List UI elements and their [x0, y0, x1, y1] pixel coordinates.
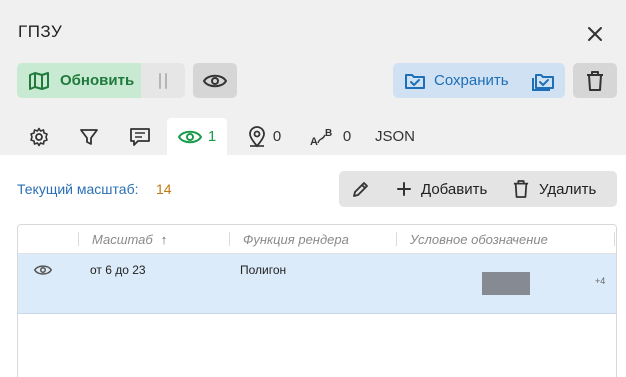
- column-divider: [396, 232, 397, 246]
- eye-icon: [203, 74, 227, 87]
- save-button[interactable]: Сохранить: [393, 63, 521, 98]
- folder-check-icon: [405, 73, 425, 89]
- save-button-label: Сохранить: [434, 72, 509, 89]
- tab-comments[interactable]: [123, 118, 157, 155]
- row-render-function: Полигон: [240, 263, 287, 277]
- column-header-scale[interactable]: Масштаб ↑: [92, 225, 167, 253]
- current-scale-label: Текущий масштаб:: [17, 181, 139, 197]
- tab-json-label: JSON: [374, 128, 415, 145]
- tab-labels[interactable]: AB 0: [306, 118, 354, 155]
- close-icon: [588, 27, 602, 41]
- trash-icon: [513, 180, 529, 198]
- tab-markers[interactable]: 0: [240, 118, 288, 155]
- rules-table: Масштаб ↑ Функция рендера Условное обозн…: [17, 224, 617, 377]
- eye-icon: [177, 130, 202, 143]
- symbol-swatch: [482, 272, 530, 295]
- trash-icon: [587, 70, 603, 91]
- pause-button[interactable]: [141, 63, 185, 98]
- delete-button-label: Удалить: [539, 180, 597, 198]
- svg-text:A: A: [310, 136, 318, 147]
- column-divider: [614, 232, 615, 246]
- row-scale: от 6 до 23: [90, 263, 146, 277]
- column-divider: [229, 232, 230, 246]
- table-header: Масштаб ↑ Функция рендера Условное обозн…: [18, 225, 616, 254]
- map-pin-icon: [248, 125, 265, 147]
- update-button-group: Обновить: [17, 63, 185, 98]
- label-icon: AB: [310, 128, 332, 147]
- update-button[interactable]: Обновить: [17, 63, 141, 98]
- add-button-label: Добавить: [421, 180, 488, 198]
- tab-markers-count: 0: [272, 128, 282, 145]
- update-button-label: Обновить: [60, 72, 135, 89]
- filter-icon: [80, 128, 98, 145]
- more-symbols-badge: +4: [595, 276, 606, 286]
- tab-settings[interactable]: [23, 118, 55, 155]
- tab-filter[interactable]: [73, 118, 105, 155]
- save-all-button[interactable]: [521, 63, 565, 98]
- delete-layer-button[interactable]: [573, 63, 617, 98]
- current-scale-value: 14: [156, 181, 172, 197]
- pencil-icon: [353, 182, 368, 197]
- folders-check-icon: [532, 73, 554, 91]
- plus-icon: [397, 182, 411, 196]
- comment-icon: [130, 127, 150, 146]
- visibility-button[interactable]: [193, 63, 237, 98]
- pause-icon: [159, 72, 167, 89]
- column-divider: [78, 232, 79, 246]
- add-button[interactable]: Добавить: [383, 171, 503, 207]
- save-button-group: Сохранить: [393, 63, 565, 98]
- tab-bar: 1 0 AB 0 JSON: [0, 118, 626, 155]
- map-icon: [29, 71, 49, 90]
- tab-labels-count: 0: [342, 128, 352, 145]
- sort-asc-icon: ↑: [160, 231, 168, 247]
- close-button[interactable]: [583, 22, 607, 46]
- delete-button[interactable]: Удалить: [503, 171, 596, 207]
- table-row[interactable]: от 6 до 23 Полигон +4: [18, 254, 616, 314]
- column-header-render-function[interactable]: Функция рендера: [243, 225, 349, 253]
- panel-title: ГПЗУ: [18, 22, 63, 41]
- row-visibility-toggle[interactable]: [33, 264, 53, 279]
- column-header-symbol[interactable]: Условное обозначение: [410, 225, 548, 253]
- tab-visibility[interactable]: 1: [167, 118, 227, 155]
- svg-text:B: B: [325, 128, 332, 139]
- gear-icon: [30, 127, 48, 146]
- eye-icon: [33, 265, 53, 275]
- tab-json[interactable]: JSON: [372, 118, 418, 155]
- column-header-scale-label: Масштаб: [92, 231, 153, 247]
- tab-visibility-count: 1: [207, 128, 217, 145]
- rules-toolbar: Добавить Удалить: [339, 171, 617, 207]
- edit-button[interactable]: [339, 171, 383, 207]
